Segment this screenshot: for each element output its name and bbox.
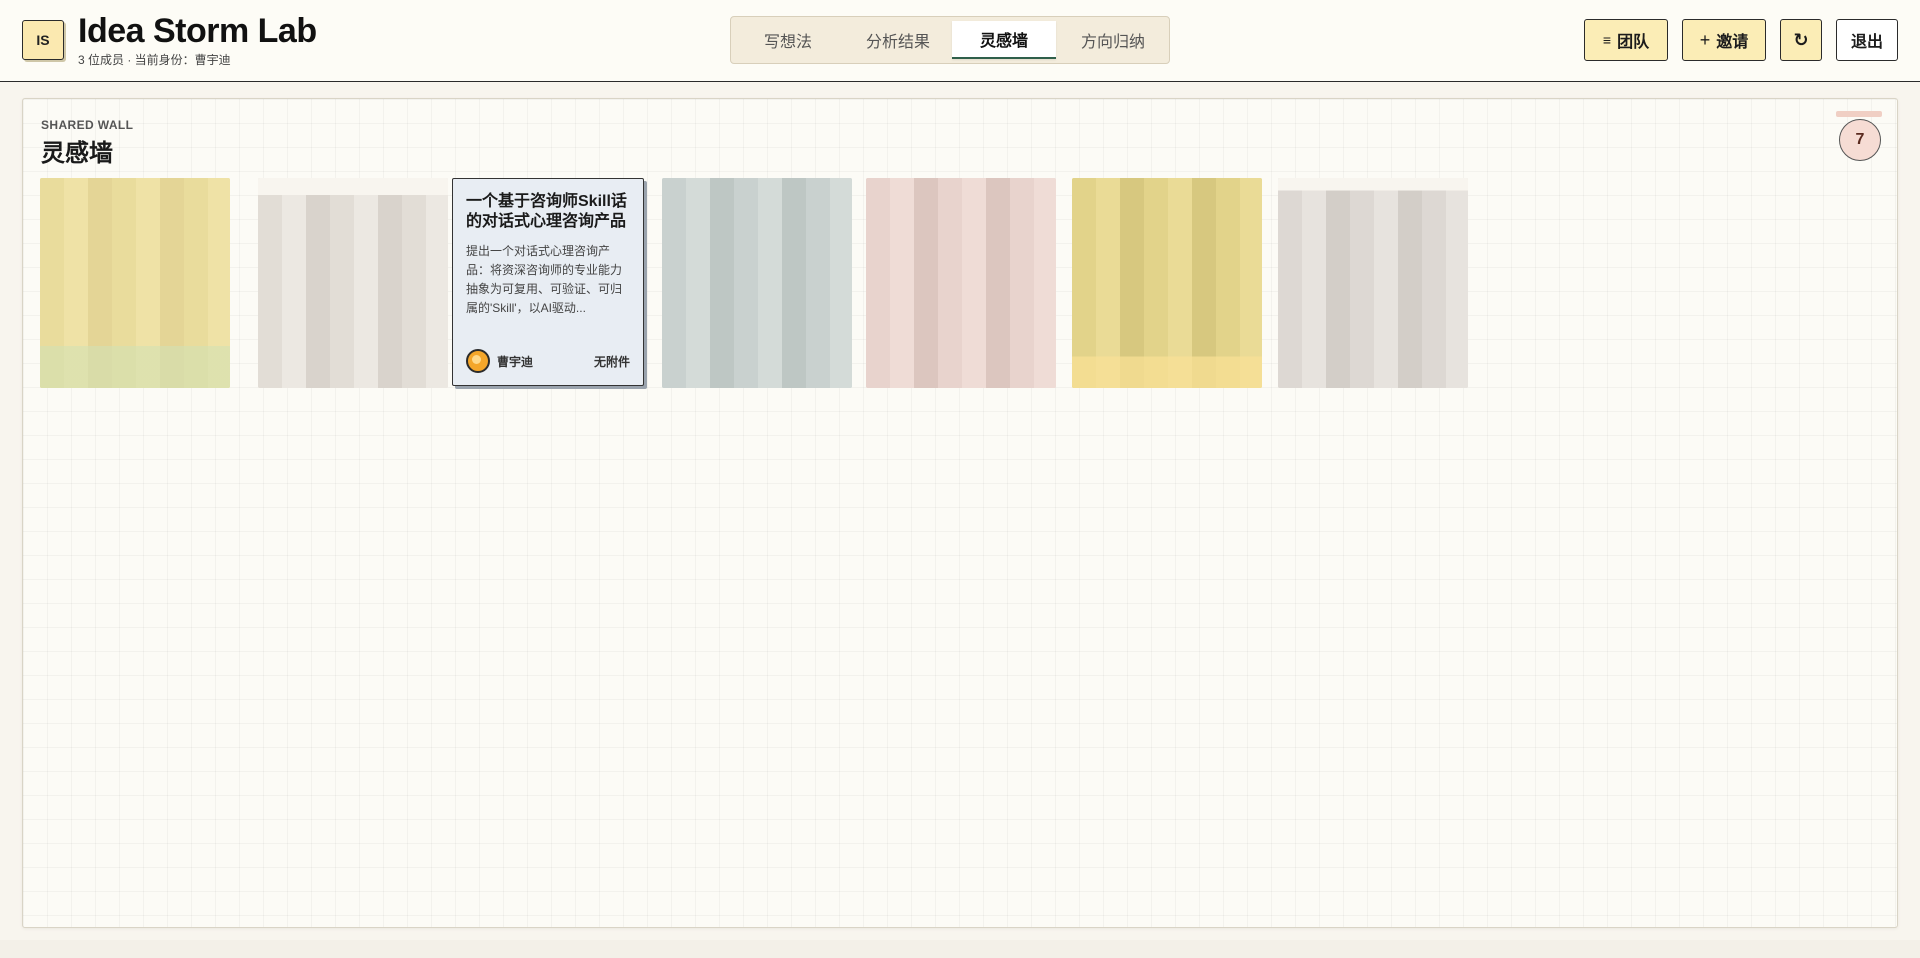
app-title: Idea Storm Lab [78,12,317,50]
invite-button-label: 邀请 [1716,34,1749,51]
tab-analysis[interactable]: 分析结果 [845,21,951,59]
idea-card-footer: 曹宇迪 无附件 [466,349,630,373]
app-header: IS Idea Storm Lab 3 位成员 · 当前身份：曹宇迪 写想法 分… [0,0,1920,82]
idea-count-badge: 7 [1836,111,1882,161]
idea-card[interactable] [662,178,852,388]
blurred-card-content [662,178,852,388]
idea-card[interactable] [258,178,448,388]
blurred-card-content [866,178,1056,388]
app-subtitle: 3 位成员 · 当前身份：曹宇迪 [78,53,231,67]
logout-button[interactable]: 退出 [1836,19,1898,61]
wall-title: 灵感墙 [41,140,113,167]
team-button-label: 团队 [1617,34,1650,51]
logout-button-label: 退出 [1850,34,1883,51]
idea-card[interactable] [866,178,1056,388]
idea-card[interactable] [40,178,230,388]
plus-icon: + [1699,29,1711,50]
avatar [466,349,490,373]
app-logo[interactable]: IS [22,20,64,60]
idea-card-author: 曹宇迪 [466,349,533,373]
idea-card[interactable] [1278,178,1468,388]
invite-button[interactable]: + 邀请 [1682,19,1766,61]
blurred-card-content [40,178,230,388]
tab-direction-summary[interactable]: 方向归纳 [1061,21,1165,59]
tab-inspiration-wall[interactable]: 灵感墙 [952,21,1056,59]
blurred-card-content [1072,178,1262,388]
refresh-icon: ↻ [1793,29,1809,50]
idea-card-featured[interactable]: 一个基于咨询师Skill话的对话式心理咨询产品 提出一个对话式心理咨询产品：将资… [452,178,644,386]
main-tabs: 写想法 分析结果 灵感墙 方向归纳 [730,16,1170,64]
blurred-card-content [1278,178,1468,388]
author-name: 曹宇迪 [497,354,534,369]
idea-card-body: 提出一个对话式心理咨询产品：将资深咨询师的专业能力抽象为可复用、可验证、可归属的… [466,244,623,315]
idea-card[interactable] [1072,178,1262,388]
menu-icon: ≡ [1602,32,1612,48]
idea-card-title: 一个基于咨询师Skill话的对话式心理咨询产品 [466,193,627,230]
attachment-status: 无附件 [593,354,630,369]
tab-write-idea[interactable]: 写想法 [735,21,841,59]
wall-eyebrow: SHARED WALL [41,118,134,132]
refresh-button[interactable]: ↻ [1780,19,1822,61]
blurred-card-content [258,178,448,388]
page-footer-strip [0,940,1920,958]
team-button[interactable]: ≡ 团队 [1584,19,1668,61]
